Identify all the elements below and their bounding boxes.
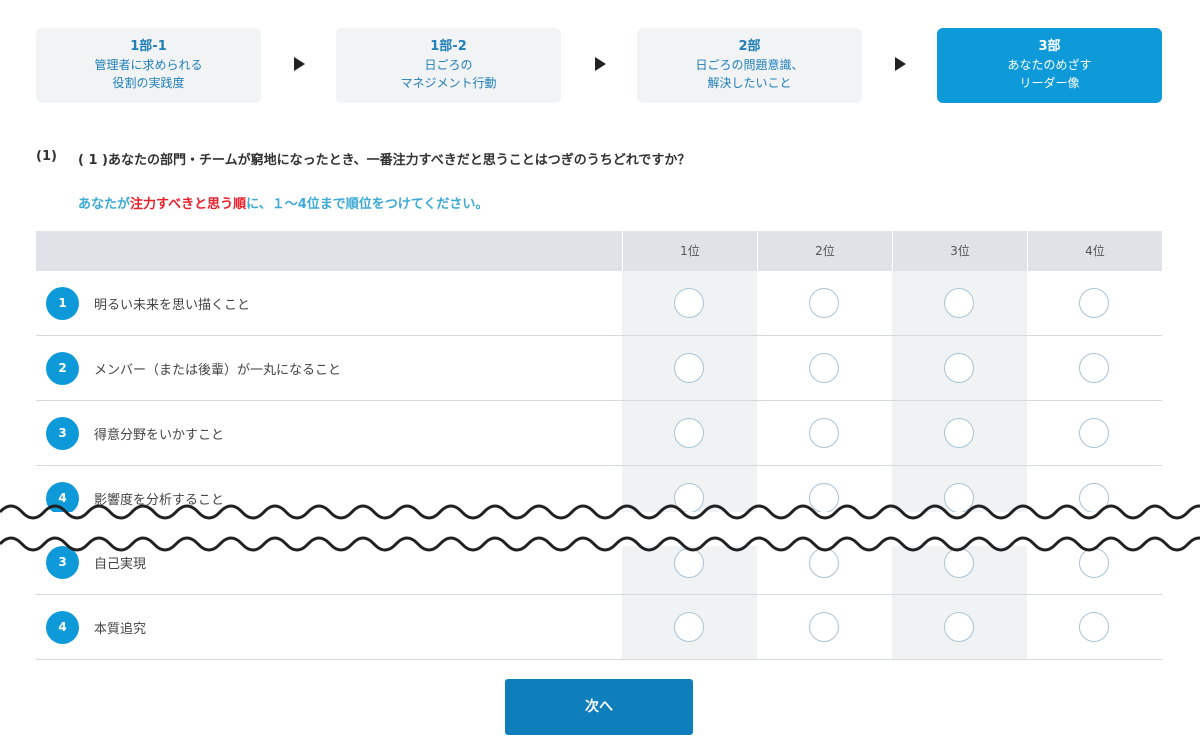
row-label: メンバー（または後輩）が一丸になること (94, 363, 342, 378)
step-3-current: 3部 あなたのめざす リーダー像 (937, 28, 1162, 103)
rank-radio[interactable] (944, 353, 974, 383)
rank-radio[interactable] (809, 612, 839, 642)
rank-radio[interactable] (1079, 612, 1109, 642)
step-title: 2部 (738, 39, 761, 54)
rank-radio[interactable] (809, 353, 839, 383)
step-line: あなたのめざす (1007, 58, 1092, 72)
step-1-2: 1部-2 日ごろの マネジメント行動 (336, 28, 561, 103)
step-title: 1部-1 (130, 39, 167, 54)
column-header-2: 2位 (757, 231, 892, 271)
instruction-before: あなたが (78, 197, 131, 212)
rank-radio[interactable] (674, 288, 704, 318)
table-row: 1 明るい未来を思い描くこと (36, 271, 1162, 336)
rank-radio[interactable] (674, 612, 704, 642)
rank-radio[interactable] (809, 288, 839, 318)
question-number: (1) (36, 149, 57, 164)
step-line: マネジメント行動 (400, 76, 497, 90)
step-title: 3部 (1038, 39, 1061, 54)
rank-radio[interactable] (1079, 353, 1109, 383)
step-line: 日ごろの (424, 58, 473, 72)
rank-radio[interactable] (674, 418, 704, 448)
column-header-1: 1位 (622, 231, 757, 271)
progress-steps: 1部-1 管理者に求められる 役割の実践度 1部-2 日ごろの マネジメント行動… (36, 28, 1162, 103)
next-button[interactable]: 次へ (505, 679, 693, 735)
row-number-badge: 3 (46, 417, 79, 450)
row-number-badge: 1 (46, 287, 79, 320)
step-line: 解決したいこと (707, 76, 792, 90)
rank-radio[interactable] (1079, 288, 1109, 318)
step-line: 管理者に求められる (94, 58, 203, 72)
table-header: 1位 2位 3位 4位 (36, 231, 1162, 271)
instruction-emphasis: 注力すべきと思う順 (130, 197, 247, 212)
arrow-right-icon (895, 57, 906, 71)
table-row: 3 得意分野をいかすこと (36, 401, 1162, 466)
rank-radio[interactable] (674, 353, 704, 383)
arrow-right-icon (294, 57, 305, 71)
arrow-right-icon (595, 57, 606, 71)
rank-radio[interactable] (1079, 418, 1109, 448)
step-2: 2部 日ごろの問題意識、 解決したいこと (637, 28, 862, 103)
step-line: 役割の実践度 (112, 76, 185, 90)
row-label: 明るい未来を思い描くこと (94, 298, 251, 313)
step-line: 日ごろの問題意識、 (695, 58, 804, 72)
step-title: 1部-2 (430, 39, 467, 54)
column-header-3: 3位 (892, 231, 1027, 271)
cut-divider (0, 504, 1200, 552)
rank-radio[interactable] (809, 418, 839, 448)
step-line: リーダー像 (1019, 76, 1080, 90)
row-number-badge: 2 (46, 352, 79, 385)
table-row: 2 メンバー（または後輩）が一丸になること (36, 336, 1162, 401)
row-label: 得意分野をいかすこと (94, 428, 225, 443)
rank-radio[interactable] (944, 418, 974, 448)
table-row: 4 本質追究 (36, 595, 1162, 660)
row-label: 本質追究 (94, 622, 147, 637)
instruction: あなたが注力すべきと思う順に、１～4位まで順位をつけてください。 (78, 193, 488, 212)
row-number-badge: 4 (46, 611, 79, 644)
rank-radio[interactable] (944, 288, 974, 318)
column-header-4: 4位 (1027, 231, 1162, 271)
step-1-1: 1部-1 管理者に求められる 役割の実践度 (36, 28, 261, 103)
question-text: ( 1 )あなたの部門・チームが窮地になったとき、一番注力すべきだと思うことはつ… (78, 153, 691, 168)
instruction-after: に、１～4位まで順位をつけてください。 (246, 197, 489, 212)
rank-radio[interactable] (944, 612, 974, 642)
